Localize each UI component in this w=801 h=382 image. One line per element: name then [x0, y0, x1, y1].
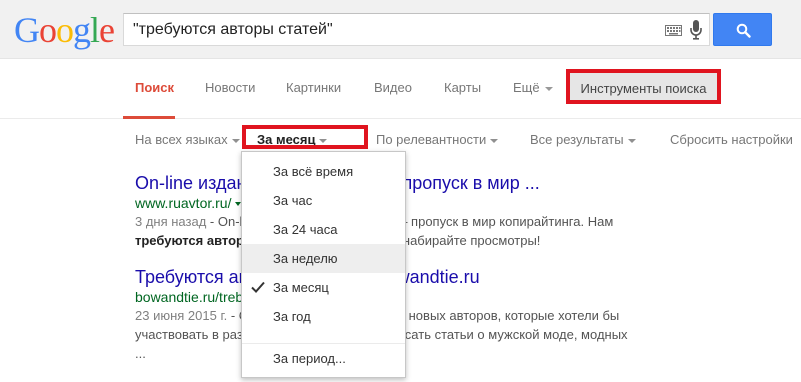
menu-item-past-week[interactable]: За неделю [242, 244, 405, 273]
search-icon [736, 23, 751, 38]
result-url-text: www.ruavtor.ru/ [135, 195, 232, 211]
header: Google [0, 0, 801, 59]
keyboard-icon[interactable] [665, 25, 682, 36]
period-highlight-box [242, 125, 368, 149]
checkmark-icon [251, 281, 265, 293]
menu-item-any-time[interactable]: За всё время [242, 157, 405, 186]
chevron-down-icon [627, 138, 636, 143]
chevron-down-icon [490, 138, 499, 143]
snippet-highlight: требуются авторы [135, 233, 256, 248]
logo-letter: l [90, 10, 100, 50]
language-filter-label: На всех языках [135, 132, 228, 147]
logo-letter: o [39, 10, 57, 50]
result-date: 3 дня назад [135, 214, 207, 229]
search-button[interactable] [713, 13, 772, 46]
search-input[interactable] [133, 14, 653, 45]
menu-item-past-month[interactable]: За месяц [242, 273, 405, 302]
search-tools-label: Инструменты поиска [580, 81, 707, 96]
microphone-icon[interactable] [690, 20, 702, 40]
menu-item-past-year[interactable]: За год [242, 302, 405, 331]
tab-video[interactable]: Видео [374, 80, 412, 95]
tab-maps[interactable]: Карты [444, 80, 481, 95]
search-tools-button[interactable]: Инструменты поиска [566, 69, 721, 104]
tab-search[interactable]: Поиск [135, 80, 174, 95]
menu-item-label: За месяц [273, 280, 329, 295]
google-logo[interactable]: Google [14, 10, 115, 50]
result-date: 23 июня 2015 г. [135, 308, 228, 323]
period-dropdown-menu: За всё время За час За 24 часа За неделю… [241, 151, 406, 378]
results-filter-label: Все результаты [530, 132, 624, 147]
logo-letter: G [14, 10, 40, 50]
language-filter[interactable]: На всех языках [135, 132, 240, 147]
search-tabs: Поиск Новости Картинки Видео Карты Ещё И… [0, 59, 801, 119]
search-box [123, 13, 710, 46]
logo-letter: g [73, 10, 91, 50]
chevron-down-icon [544, 86, 553, 91]
tab-more-label: Ещё [513, 80, 540, 95]
logo-letter: o [56, 10, 74, 50]
menu-item-past-hour[interactable]: За час [242, 186, 405, 215]
logo-letter: e [99, 10, 115, 50]
menu-item-past-24-hours[interactable]: За 24 часа [242, 215, 405, 244]
tab-news[interactable]: Новости [205, 80, 255, 95]
sort-filter-label: По релевантности [376, 132, 487, 147]
tab-images[interactable]: Картинки [286, 80, 341, 95]
chevron-down-icon [231, 138, 240, 143]
sort-filter[interactable]: По релевантности [376, 132, 499, 147]
results-filter[interactable]: Все результаты [530, 132, 636, 147]
tab-more[interactable]: Ещё [513, 80, 553, 95]
reset-filters-link[interactable]: Сбросить настройки [670, 132, 793, 147]
menu-item-custom-range[interactable]: За период... [242, 344, 405, 373]
